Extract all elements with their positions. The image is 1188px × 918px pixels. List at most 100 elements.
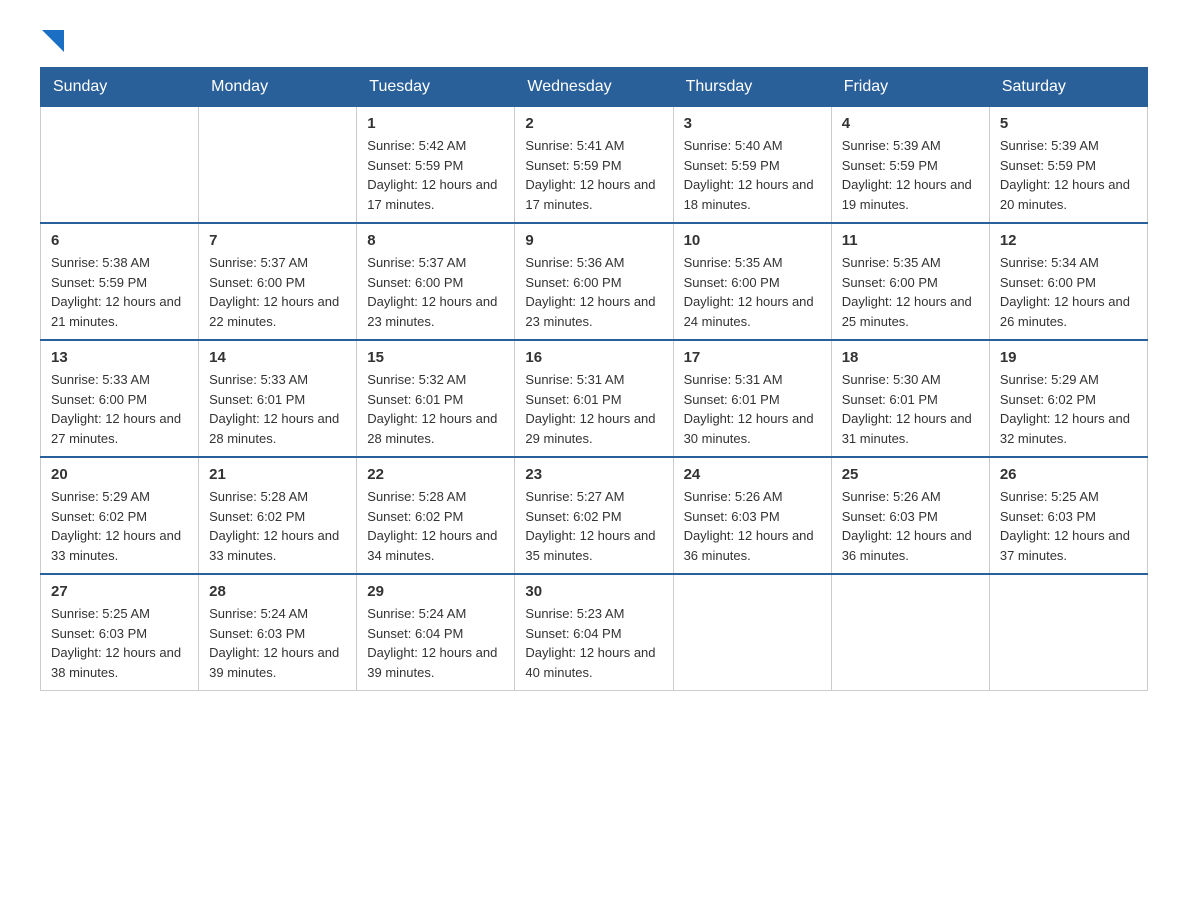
sunrise-text: Sunrise: 5:32 AM <box>367 370 504 390</box>
sunset-text: Sunset: 6:03 PM <box>1000 507 1137 527</box>
calendar-cell: 4Sunrise: 5:39 AMSunset: 5:59 PMDaylight… <box>831 107 989 224</box>
page-header <box>40 30 1148 57</box>
calendar-cell: 29Sunrise: 5:24 AMSunset: 6:04 PMDayligh… <box>357 574 515 691</box>
day-info: Sunrise: 5:23 AMSunset: 6:04 PMDaylight:… <box>525 604 662 682</box>
sunset-text: Sunset: 6:00 PM <box>525 273 662 293</box>
sunrise-text: Sunrise: 5:31 AM <box>684 370 821 390</box>
sunset-text: Sunset: 6:04 PM <box>367 624 504 644</box>
sunrise-text: Sunrise: 5:28 AM <box>367 487 504 507</box>
day-number: 21 <box>209 466 346 483</box>
day-header-friday: Friday <box>831 68 989 107</box>
sunset-text: Sunset: 6:02 PM <box>367 507 504 527</box>
sunset-text: Sunset: 5:59 PM <box>1000 156 1137 176</box>
calendar-week-row: 1Sunrise: 5:42 AMSunset: 5:59 PMDaylight… <box>41 107 1148 224</box>
sunset-text: Sunset: 6:02 PM <box>525 507 662 527</box>
day-number: 16 <box>525 349 662 366</box>
day-number: 15 <box>367 349 504 366</box>
day-number: 26 <box>1000 466 1137 483</box>
daylight-text: Daylight: 12 hours and 28 minutes. <box>367 409 504 448</box>
calendar-cell: 10Sunrise: 5:35 AMSunset: 6:00 PMDayligh… <box>673 223 831 340</box>
day-number: 6 <box>51 232 188 249</box>
day-info: Sunrise: 5:39 AMSunset: 5:59 PMDaylight:… <box>1000 136 1137 214</box>
daylight-text: Daylight: 12 hours and 24 minutes. <box>684 292 821 331</box>
daylight-text: Daylight: 12 hours and 31 minutes. <box>842 409 979 448</box>
calendar-cell: 18Sunrise: 5:30 AMSunset: 6:01 PMDayligh… <box>831 340 989 457</box>
sunset-text: Sunset: 6:04 PM <box>525 624 662 644</box>
logo <box>40 30 64 57</box>
day-info: Sunrise: 5:34 AMSunset: 6:00 PMDaylight:… <box>1000 253 1137 331</box>
day-header-thursday: Thursday <box>673 68 831 107</box>
calendar-cell: 25Sunrise: 5:26 AMSunset: 6:03 PMDayligh… <box>831 457 989 574</box>
daylight-text: Daylight: 12 hours and 23 minutes. <box>367 292 504 331</box>
day-info: Sunrise: 5:38 AMSunset: 5:59 PMDaylight:… <box>51 253 188 331</box>
sunrise-text: Sunrise: 5:25 AM <box>1000 487 1137 507</box>
day-number: 30 <box>525 583 662 600</box>
daylight-text: Daylight: 12 hours and 20 minutes. <box>1000 175 1137 214</box>
sunrise-text: Sunrise: 5:27 AM <box>525 487 662 507</box>
calendar-cell: 30 Sunrise: 5:23 AMSunset: 6:04 PMDayligh… <box>515 574 673 691</box>
sunrise-text: Sunrise: 5:37 AM <box>367 253 504 273</box>
daylight-text: Daylight: 12 hours and 21 minutes. <box>51 292 188 331</box>
day-info: Sunrise: 5:37 AMSunset: 6:00 PMDaylight:… <box>367 253 504 331</box>
sunset-text: Sunset: 6:01 PM <box>842 390 979 410</box>
calendar-table: SundayMondayTuesdayWednesdayThursdayFrid… <box>40 67 1148 691</box>
sunset-text: Sunset: 6:00 PM <box>842 273 979 293</box>
day-info: Sunrise: 5:42 AMSunset: 5:59 PMDaylight:… <box>367 136 504 214</box>
day-info: Sunrise: 5:31 AMSunset: 6:01 PMDaylight:… <box>525 370 662 448</box>
day-number: 27 <box>51 583 188 600</box>
day-number: 20 <box>51 466 188 483</box>
day-info: Sunrise: 5:40 AMSunset: 5:59 PMDaylight:… <box>684 136 821 214</box>
sunset-text: Sunset: 5:59 PM <box>51 273 188 293</box>
calendar-cell: 11 Sunrise: 5:35 AMSunset: 6:00 PMDayligh… <box>831 223 989 340</box>
daylight-text: Daylight: 12 hours and 39 minutes. <box>209 643 346 682</box>
day-info: Sunrise: 5:24 AMSunset: 6:03 PMDaylight:… <box>209 604 346 682</box>
sunset-text: Sunset: 6:02 PM <box>51 507 188 527</box>
sunrise-text: Sunrise: 5:39 AM <box>842 136 979 156</box>
sunrise-text: Sunrise: 5:23 AM <box>525 604 662 624</box>
calendar-cell: 20Sunrise: 5:29 AMSunset: 6:02 PMDayligh… <box>41 457 199 574</box>
sunset-text: Sunset: 6:03 PM <box>209 624 346 644</box>
day-number: 14 <box>209 349 346 366</box>
sunset-text: Sunset: 5:59 PM <box>367 156 504 176</box>
day-number: 1 <box>367 115 504 132</box>
day-number: 9 <box>525 232 662 249</box>
calendar-cell: 16 Sunrise: 5:31 AMSunset: 6:01 PMDayligh… <box>515 340 673 457</box>
day-info: Sunrise: 5:27 AMSunset: 6:02 PMDaylight:… <box>525 487 662 565</box>
daylight-text: Daylight: 12 hours and 33 minutes. <box>209 526 346 565</box>
calendar-cell: 14Sunrise: 5:33 AMSunset: 6:01 PMDayligh… <box>199 340 357 457</box>
calendar-cell: 17Sunrise: 5:31 AMSunset: 6:01 PMDayligh… <box>673 340 831 457</box>
day-header-monday: Monday <box>199 68 357 107</box>
calendar-cell: 28Sunrise: 5:24 AMSunset: 6:03 PMDayligh… <box>199 574 357 691</box>
day-info: Sunrise: 5:25 AMSunset: 6:03 PMDaylight:… <box>1000 487 1137 565</box>
calendar-cell <box>673 574 831 691</box>
sunrise-text: Sunrise: 5:40 AM <box>684 136 821 156</box>
sunrise-text: Sunrise: 5:31 AM <box>525 370 662 390</box>
day-header-wednesday: Wednesday <box>515 68 673 107</box>
daylight-text: Daylight: 12 hours and 19 minutes. <box>842 175 979 214</box>
sunset-text: Sunset: 6:01 PM <box>367 390 504 410</box>
daylight-text: Daylight: 12 hours and 17 minutes. <box>367 175 504 214</box>
sunrise-text: Sunrise: 5:42 AM <box>367 136 504 156</box>
calendar-cell: 13Sunrise: 5:33 AMSunset: 6:00 PMDayligh… <box>41 340 199 457</box>
day-info: Sunrise: 5:26 AMSunset: 6:03 PMDaylight:… <box>684 487 821 565</box>
daylight-text: Daylight: 12 hours and 23 minutes. <box>525 292 662 331</box>
sunrise-text: Sunrise: 5:35 AM <box>684 253 821 273</box>
sunset-text: Sunset: 6:01 PM <box>525 390 662 410</box>
sunset-text: Sunset: 6:00 PM <box>51 390 188 410</box>
day-info: Sunrise: 5:35 AMSunset: 6:00 PMDaylight:… <box>842 253 979 331</box>
daylight-text: Daylight: 12 hours and 39 minutes. <box>367 643 504 682</box>
calendar-cell: 1 Sunrise: 5:42 AMSunset: 5:59 PMDaylight… <box>357 107 515 224</box>
day-number: 19 <box>1000 349 1137 366</box>
sunrise-text: Sunrise: 5:36 AM <box>525 253 662 273</box>
sunrise-text: Sunrise: 5:38 AM <box>51 253 188 273</box>
sunset-text: Sunset: 5:59 PM <box>842 156 979 176</box>
sunrise-text: Sunrise: 5:34 AM <box>1000 253 1137 273</box>
sunrise-text: Sunrise: 5:29 AM <box>1000 370 1137 390</box>
day-number: 11 <box>842 232 979 249</box>
daylight-text: Daylight: 12 hours and 28 minutes. <box>209 409 346 448</box>
calendar-cell <box>199 107 357 224</box>
day-number: 3 <box>684 115 821 132</box>
daylight-text: Daylight: 12 hours and 32 minutes. <box>1000 409 1137 448</box>
day-number: 10 <box>684 232 821 249</box>
daylight-text: Daylight: 12 hours and 25 minutes. <box>842 292 979 331</box>
